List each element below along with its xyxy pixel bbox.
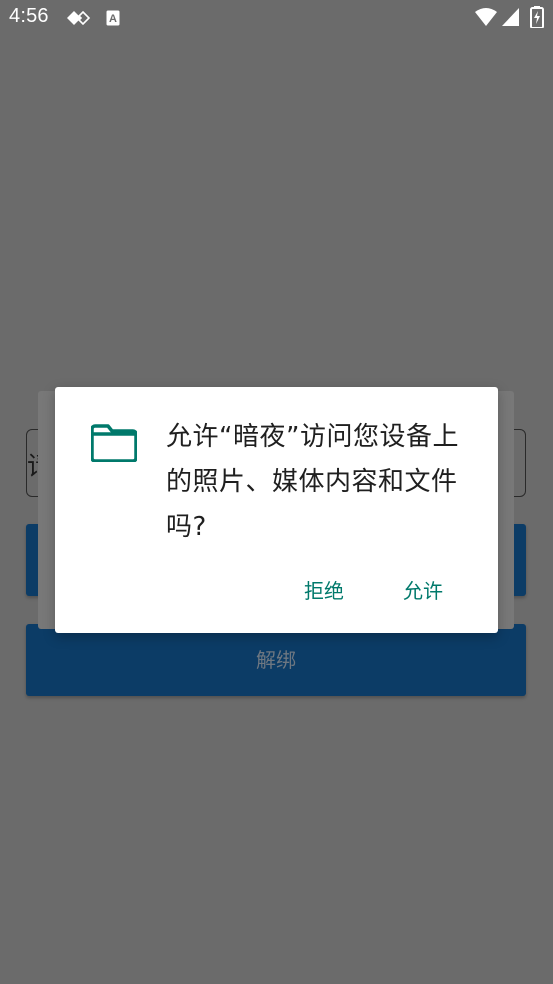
permission-dialog: 允许“暗夜”访问您设备上的照片、媒体内容和文件吗? 拒绝 允许	[55, 387, 498, 633]
permission-message: 允许“暗夜”访问您设备上的照片、媒体内容和文件吗?	[166, 422, 459, 542]
battery-charging-icon	[530, 6, 544, 28]
signal-icon	[502, 8, 519, 26]
status-bar: 4:56 A	[0, 0, 553, 38]
svg-text:A: A	[109, 13, 117, 25]
diamond-nav-icon	[67, 11, 91, 25]
status-time: 4:56	[9, 5, 49, 27]
folder-icon	[91, 424, 137, 462]
allow-button[interactable]: 允许	[403, 575, 443, 604]
deny-button[interactable]: 拒绝	[304, 575, 344, 604]
wifi-icon	[475, 8, 497, 26]
a-box-icon: A	[106, 10, 120, 26]
unbind-button[interactable]: 解绑	[26, 624, 526, 696]
